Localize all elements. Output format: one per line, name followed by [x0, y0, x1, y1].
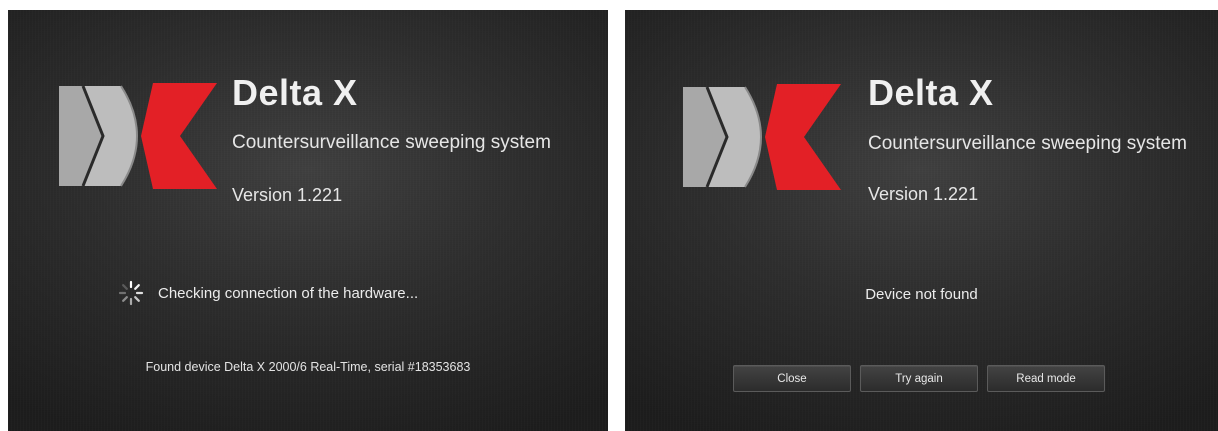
status-message: Checking connection of the hardware... [158, 284, 419, 302]
status-row: Checking connection of the hardware... [118, 280, 418, 306]
delta-x-logo [683, 84, 841, 190]
app-subtitle: Countersurveillance sweeping system [232, 132, 551, 153]
delta-x-logo [59, 83, 217, 189]
found-device-message: Found device Delta X 2000/6 Real-Time, s… [145, 360, 471, 374]
read-mode-button[interactable]: Read mode [987, 365, 1105, 392]
app-title: Delta X [868, 72, 994, 113]
app-version: Version 1.221 [868, 184, 979, 204]
try-again-button[interactable]: Try again [860, 365, 978, 392]
splash-screen-not-found: Delta X Countersurveillance sweeping sys… [625, 10, 1218, 431]
app-version: Version 1.221 [232, 185, 343, 205]
splash-screen-checking: Delta X Countersurveillance sweeping sys… [8, 10, 608, 431]
app-title: Delta X [232, 72, 358, 113]
app-subtitle: Countersurveillance sweeping system [868, 133, 1187, 154]
status-message: Device not found [865, 286, 978, 303]
loading-spinner-icon [118, 280, 144, 306]
action-buttons: Close Try again Read mode [733, 365, 1105, 392]
close-button[interactable]: Close [733, 365, 851, 392]
